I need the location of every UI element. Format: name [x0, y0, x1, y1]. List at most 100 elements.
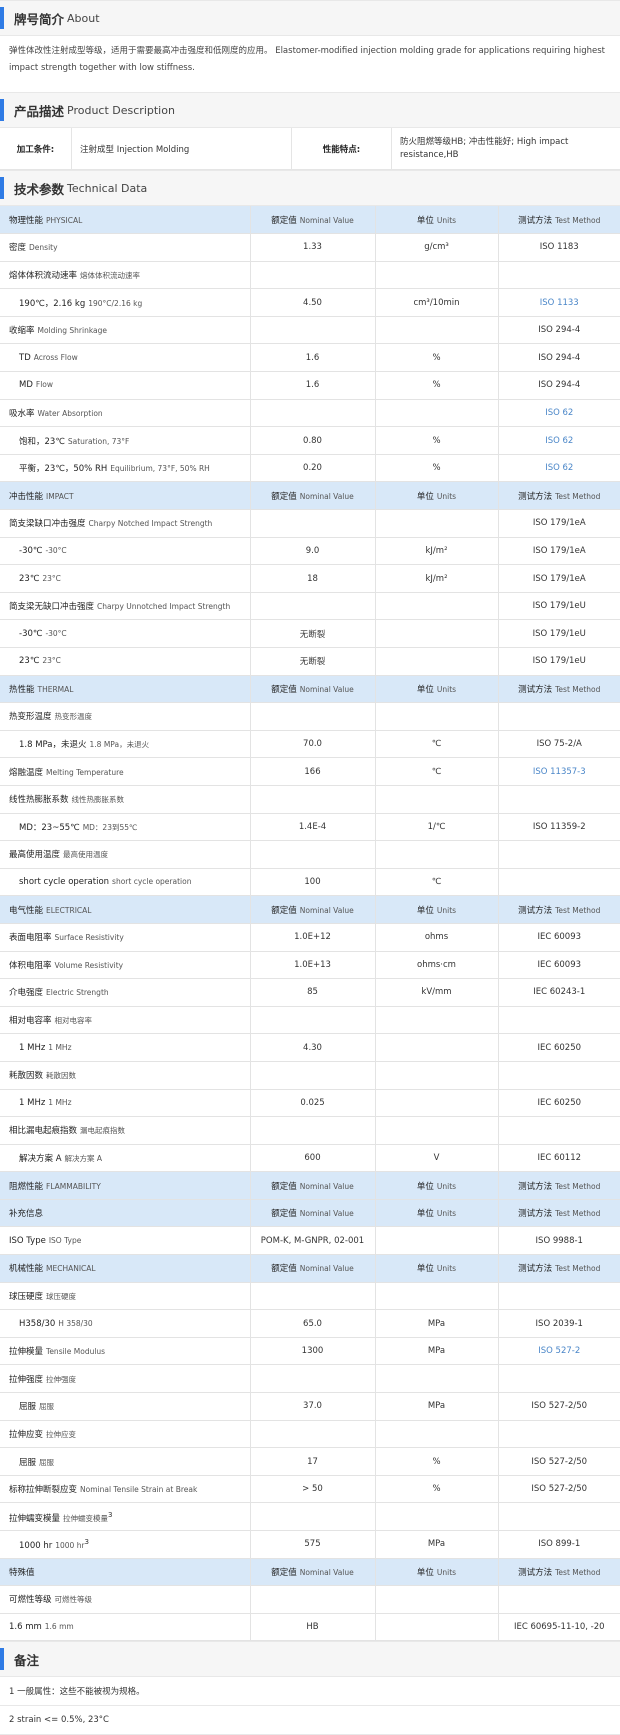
nominal-value: 4.30: [250, 1033, 376, 1062]
unit-value: [375, 1420, 499, 1449]
nominal-header-zh: 额定值: [271, 215, 297, 226]
test-method-link[interactable]: ISO 62: [498, 454, 620, 483]
category-header-row: 补充信息 额定值 Nominal Value 单位 Units 测试方法 Test Meth…: [0, 1199, 620, 1228]
unit-value: [375, 316, 499, 345]
property-name-zh: 拉伸强度: [9, 1374, 44, 1385]
property-name-zh: 1.6 mm: [9, 1622, 42, 1633]
property-row: 23℃ 23°C 无断裂 ISO 179/1eU: [0, 647, 620, 676]
property-name-en: Electric Strength: [46, 988, 109, 998]
test-method-link[interactable]: ISO 1133: [498, 288, 620, 317]
property-name-zh: 190℃，2.16 kg: [19, 298, 86, 309]
description-title-en: Product Description: [67, 103, 175, 117]
property-name-zh: 标称拉伸断裂应变: [9, 1485, 78, 1496]
category-name-en: MECHANICAL: [46, 1264, 96, 1274]
test-method: [498, 1116, 620, 1145]
property-name-zh: ISO Type: [9, 1235, 46, 1246]
property-name-en: 拉伸强度: [46, 1374, 77, 1384]
property-name-en: 相对电容率: [54, 1016, 93, 1026]
unit-value: ℃: [375, 757, 499, 786]
test-method: ISO 2039-1: [498, 1309, 620, 1338]
property-row: 相对电容率 相对电容率: [0, 1006, 620, 1035]
unit-value: ℃: [375, 868, 499, 897]
nominal-value: 无断裂: [250, 647, 376, 676]
nominal-value: [250, 1006, 376, 1035]
property-name-en: Across Flow: [33, 352, 78, 362]
nominal-value: [250, 1061, 376, 1090]
method-header-zh: 测试方法: [518, 684, 553, 695]
property-row: 1.6 mm 1.6 mm HB IEC 60695-11-10, -20: [0, 1613, 620, 1642]
section-accent-bar: [0, 7, 4, 29]
nominal-value: [250, 1282, 376, 1311]
method-header-zh: 测试方法: [518, 905, 553, 916]
property-name-zh: MD：23~55℃: [19, 822, 80, 833]
method-header-en: Test Method: [555, 684, 601, 694]
unit-value: [375, 1089, 499, 1118]
test-method: IEC 60093: [498, 951, 620, 980]
note-item: 2 strain <= 0.5%, 23°C: [0, 1706, 620, 1735]
property-name-zh: -30℃: [19, 545, 43, 556]
property-row: 1000 hr 1000 hr3 575 MPa ISO 899-1: [0, 1530, 620, 1559]
category-name-zh: 阻燃性能: [9, 1181, 44, 1192]
test-method: IEC 60093: [498, 923, 620, 952]
test-method-link[interactable]: ISO 62: [498, 426, 620, 455]
nominal-value: 无断裂: [250, 619, 376, 648]
test-method: IEC 60250: [498, 1033, 620, 1062]
test-method: ISO 527-2/50: [498, 1392, 620, 1421]
test-method-link[interactable]: ISO 527-2: [498, 1337, 620, 1366]
units-header-zh: 单位: [416, 491, 434, 502]
method-header-zh: 测试方法: [518, 1209, 553, 1220]
nominal-value: > 50: [250, 1475, 376, 1504]
property-name-en: 热变形温度: [54, 712, 93, 722]
property-row: H358/30 H 358/30 65.0 MPa ISO 2039-1: [0, 1309, 620, 1338]
property-row: 拉伸强度 拉伸强度: [0, 1364, 620, 1394]
test-method-link[interactable]: ISO 11357-3: [498, 757, 620, 786]
property-name-en: 屈服: [39, 1402, 55, 1412]
unit-value: kV/mm: [375, 978, 499, 1007]
test-method: IEC 60695-11-10, -20: [498, 1613, 620, 1642]
notes-title-zh: 备注: [14, 1652, 40, 1668]
unit-value: [375, 1033, 499, 1062]
nominal-header-en: Nominal Value: [299, 905, 354, 915]
nominal-value: 600: [250, 1144, 376, 1173]
feature-value: 防火阻燃等级HB; 冲击性能好; High impact resistance,…: [400, 136, 569, 160]
test-method: ISO 179/1eA: [498, 564, 620, 593]
property-name-en: 最高使用温度: [63, 850, 109, 860]
property-name-en: Molding Shrinkage: [37, 326, 108, 336]
property-row: 1 MHz 1 MHz 4.30 IEC 60250: [0, 1033, 620, 1062]
unit-value: MPa: [375, 1530, 499, 1559]
test-method-link[interactable]: ISO 62: [498, 399, 620, 428]
property-row: 拉伸蠕变模量 拉伸蠕变模量3: [0, 1502, 620, 1531]
units-header-en: Units: [436, 1264, 457, 1274]
property-name-zh: MD: [19, 380, 33, 391]
nominal-header-zh: 额定值: [271, 1567, 297, 1578]
property-name-en: 1.8 MPa，未退火: [89, 740, 150, 750]
nominal-header-zh: 额定值: [271, 1264, 297, 1275]
property-name-zh: 耗散因数: [9, 1071, 44, 1082]
units-header-en: Units: [436, 1181, 457, 1191]
method-header-en: Test Method: [555, 491, 601, 501]
unit-value: [375, 1282, 499, 1311]
property-name-zh: 屈服: [19, 1457, 37, 1468]
property-row: 耗散因数 耗散因数: [0, 1061, 620, 1090]
about-text: 弹性体改性注射成型等级，适用于需要最高冲击强度和低刚度的应用。 Elastome…: [9, 46, 606, 73]
property-row: 可燃性等级 可燃性等级: [0, 1585, 620, 1614]
test-method: IEC 60112: [498, 1144, 620, 1173]
property-name-en: 屈服: [39, 1457, 55, 1467]
property-name-zh: 屈服: [19, 1402, 37, 1413]
nominal-value: [250, 1116, 376, 1145]
nominal-value: [250, 702, 376, 731]
property-name-zh: 热变形温度: [9, 712, 52, 723]
property-name-zh: 1 MHz: [19, 1097, 46, 1108]
nominal-value: [250, 1420, 376, 1449]
unit-value: [375, 592, 499, 621]
property-row: 平衡，23℃，50% RH Equilibrium, 73°F, 50% RH 0.…: [0, 454, 620, 483]
property-name-zh: 解决方案 A: [19, 1153, 62, 1164]
process-label: 加工条件:: [0, 128, 72, 169]
nominal-header-en: Nominal Value: [299, 1264, 354, 1274]
method-header-zh: 测试方法: [518, 215, 553, 226]
property-row: 屈服 屈服 17% ISO 527-2/50: [0, 1447, 620, 1476]
units-header-en: Units: [436, 491, 457, 501]
nominal-value: [250, 785, 376, 814]
test-method: ISO 527-2/50: [498, 1475, 620, 1504]
nominal-header-zh: 额定值: [271, 491, 297, 502]
